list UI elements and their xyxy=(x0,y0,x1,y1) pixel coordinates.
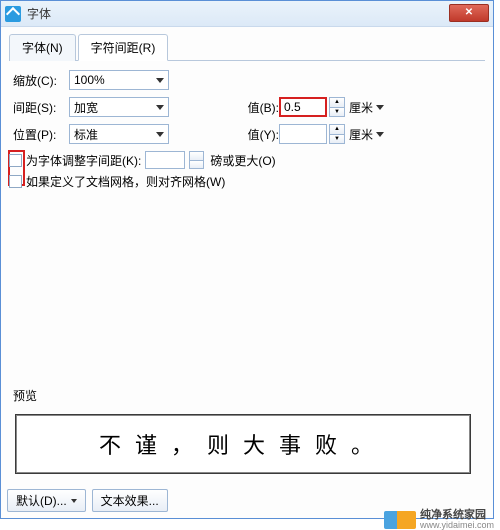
value-y-group: 值(Y): ▲ ▼ 厘米 xyxy=(229,124,384,144)
value-b-input[interactable]: 0.5 xyxy=(279,97,327,117)
unit-b-text: 厘米 xyxy=(349,99,373,116)
snap-grid-checkbox[interactable] xyxy=(9,175,22,188)
kerning-row: 为字体调整字间距(K): 磅或更大(O) xyxy=(9,151,485,169)
default-button-label: 默认(D)... xyxy=(16,492,67,509)
scale-value: 100% xyxy=(74,73,105,87)
unit-b-select[interactable]: 厘米 xyxy=(349,99,384,116)
preview-label: 预览 xyxy=(13,387,37,404)
tab-font[interactable]: 字体(N) xyxy=(9,34,76,61)
window-title: 字体 xyxy=(27,5,51,22)
preview-text: 不谨，则大事败。 xyxy=(99,428,387,460)
kerning-checkbox[interactable] xyxy=(9,154,22,167)
value-y-spinner[interactable]: ▲ ▼ xyxy=(329,124,345,144)
spinner-down-icon: ▼ xyxy=(330,108,344,117)
chevron-down-icon xyxy=(156,132,164,137)
position-label: 位置(P): xyxy=(9,126,69,143)
snap-grid-label: 如果定义了文档网格，则对齐网格(W) xyxy=(26,173,225,190)
kerning-spinner[interactable] xyxy=(189,151,204,169)
chevron-down-icon xyxy=(71,499,77,503)
dialog-body: 字体(N) 字符间距(R) 缩放(C): 100% 间距(S): 加宽 值(B)… xyxy=(1,27,493,518)
app-icon xyxy=(5,6,21,22)
spinner-up-icon: ▲ xyxy=(330,125,344,135)
value-b-label: 值(B): xyxy=(229,99,279,116)
text-effect-label: 文本效果... xyxy=(101,492,159,509)
chevron-down-icon xyxy=(376,132,384,137)
chevron-down-icon xyxy=(156,105,164,110)
value-b-text: 0.5 xyxy=(284,100,301,114)
unit-y-select[interactable]: 厘米 xyxy=(349,126,384,143)
chevron-down-icon xyxy=(156,78,164,83)
kerning-suffix: 磅或更大(O) xyxy=(210,152,275,169)
spinner-down-icon: ▼ xyxy=(330,135,344,144)
row-position: 位置(P): 标准 值(Y): ▲ ▼ 厘米 xyxy=(9,123,485,145)
bottom-bar: 默认(D)... 文本效果... xyxy=(7,489,168,512)
value-b-group: 值(B): 0.5 ▲ ▼ 厘米 xyxy=(229,97,384,117)
watermark: 纯净系统家园 www.yidaimei.com xyxy=(384,510,494,530)
kerning-points-input[interactable] xyxy=(145,151,185,169)
value-y-input[interactable] xyxy=(279,124,327,144)
row-scale: 缩放(C): 100% xyxy=(9,69,485,91)
spinner-up-icon: ▲ xyxy=(330,98,344,108)
watermark-logo-icon xyxy=(384,511,416,529)
value-y-label: 值(Y): xyxy=(229,126,279,143)
position-select[interactable]: 标准 xyxy=(69,124,169,144)
chevron-down-icon xyxy=(376,105,384,110)
default-button[interactable]: 默认(D)... xyxy=(7,489,86,512)
spacing-select[interactable]: 加宽 xyxy=(69,97,169,117)
watermark-url: www.yidaimei.com xyxy=(420,521,494,530)
kerning-label: 为字体调整字间距(K): xyxy=(26,152,141,169)
scale-select[interactable]: 100% xyxy=(69,70,169,90)
row-spacing: 间距(S): 加宽 值(B): 0.5 ▲ ▼ 厘米 xyxy=(9,96,485,118)
unit-y-text: 厘米 xyxy=(349,126,373,143)
scale-label: 缩放(C): xyxy=(9,72,69,89)
checkbox-group: 为字体调整字间距(K): 磅或更大(O) 如果定义了文档网格，则对齐网格(W) xyxy=(9,151,485,190)
font-dialog: 字体 ✕ 字体(N) 字符间距(R) 缩放(C): 100% 间距(S): 加宽… xyxy=(0,0,494,519)
tab-strip: 字体(N) 字符间距(R) xyxy=(9,33,485,61)
text-effect-button[interactable]: 文本效果... xyxy=(92,489,168,512)
snap-grid-row: 如果定义了文档网格，则对齐网格(W) xyxy=(9,173,485,190)
titlebar: 字体 ✕ xyxy=(1,1,493,27)
spacing-value: 加宽 xyxy=(74,99,98,116)
spacing-label: 间距(S): xyxy=(9,99,69,116)
tab-char-spacing[interactable]: 字符间距(R) xyxy=(78,34,169,61)
preview-box: 不谨，则大事败。 xyxy=(15,414,471,474)
close-button[interactable]: ✕ xyxy=(449,4,489,22)
value-b-spinner[interactable]: ▲ ▼ xyxy=(329,97,345,117)
position-value: 标准 xyxy=(74,126,98,143)
